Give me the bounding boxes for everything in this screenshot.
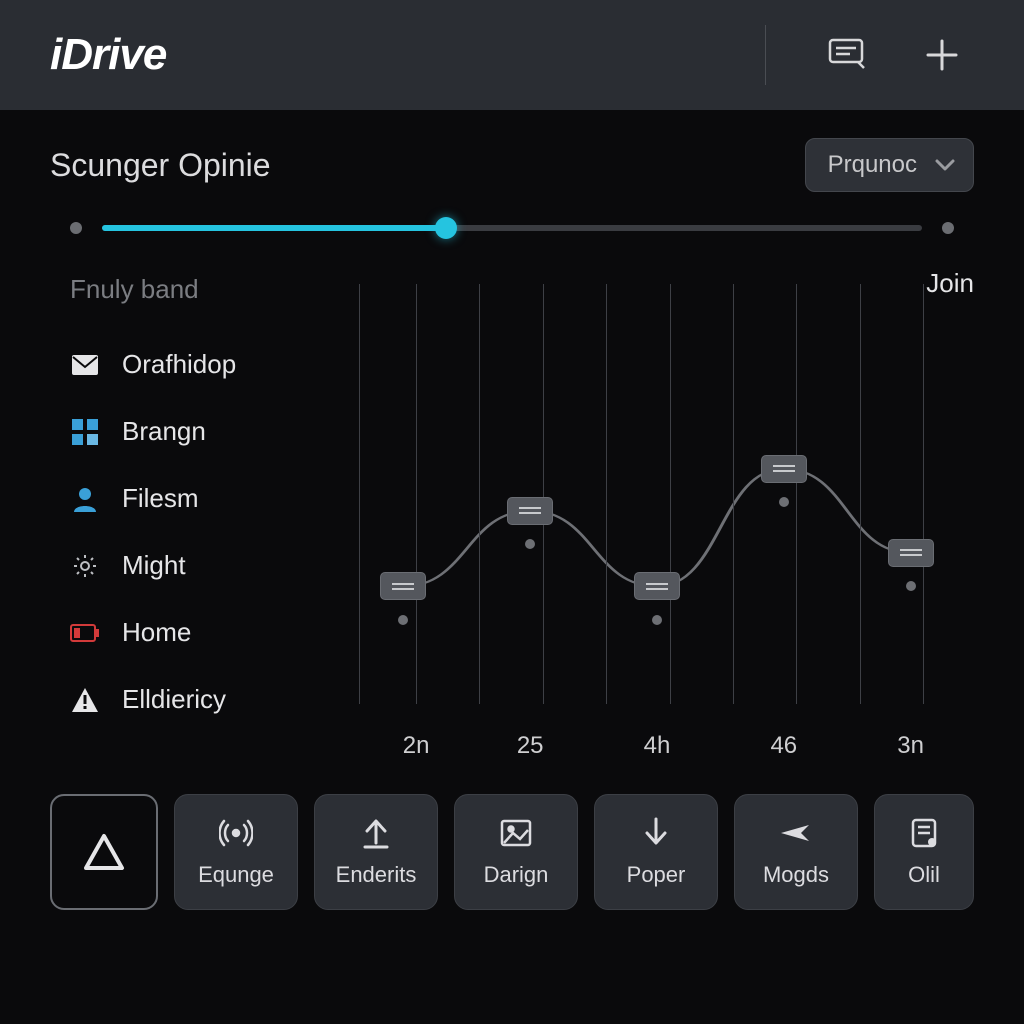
person-icon <box>70 484 100 514</box>
download-icon <box>639 816 673 850</box>
sidebar-item-label: Brangn <box>122 416 206 447</box>
sidebar-item-label: Home <box>122 617 191 648</box>
eq-gridline <box>543 284 544 704</box>
equalizer-grid[interactable]: 2n 25 4h 46 3n <box>340 284 974 764</box>
eq-band-point <box>652 615 662 625</box>
eq-axis-tick: 4h <box>644 732 671 760</box>
eq-band-handle[interactable] <box>761 455 807 483</box>
equalizer-area: Join 2n254h463n <box>340 274 974 764</box>
eq-gridline <box>359 284 360 704</box>
eq-gridline <box>923 284 924 704</box>
slider-max-dot <box>942 222 954 234</box>
sidebar-item-home[interactable]: Home <box>60 599 320 666</box>
eq-band-point <box>779 497 789 507</box>
triangle-icon <box>82 832 126 872</box>
sidebar-title: Fnuly band <box>60 274 320 305</box>
tab-label: Poper <box>627 862 686 888</box>
tab-mogds[interactable]: Mogds <box>734 794 858 910</box>
slider-thumb[interactable] <box>435 217 457 239</box>
slider-fill <box>102 225 446 231</box>
sub-header: Scunger Opinie Prqunoc <box>0 110 1024 192</box>
message-icon <box>828 38 868 72</box>
tab-enderits[interactable]: Enderits <box>314 794 438 910</box>
app-header: iDrive <box>0 0 1024 110</box>
sidebar-item-label: Filesm <box>122 483 199 514</box>
eq-curve <box>340 284 974 704</box>
eq-band-handle[interactable] <box>507 497 553 525</box>
gear-icon <box>70 551 100 581</box>
brand-logo: iDrive <box>50 30 765 80</box>
tab-poper[interactable]: Poper <box>594 794 718 910</box>
eq-gridline <box>479 284 480 704</box>
eq-axis-tick: 2n <box>403 732 430 760</box>
eq-band-point <box>398 615 408 625</box>
eq-axis-labels: 2n 25 4h 46 3n <box>340 714 974 764</box>
tab-label: Mogds <box>763 862 829 888</box>
grid-icon <box>70 417 100 447</box>
eq-axis-tick: 3n <box>897 732 924 760</box>
eq-gridline <box>733 284 734 704</box>
eq-gridline <box>670 284 671 704</box>
eq-gridline <box>860 284 861 704</box>
add-button[interactable] <box>920 33 964 77</box>
eq-gridline <box>606 284 607 704</box>
upload-icon <box>359 816 393 850</box>
sidebar-item-label: Elldiericy <box>122 684 226 715</box>
note-icon <box>907 816 941 850</box>
eq-gridline <box>416 284 417 704</box>
tab-darign[interactable]: Darign <box>454 794 578 910</box>
tab-label: Equnge <box>198 862 274 888</box>
eq-band-handle[interactable] <box>380 572 426 600</box>
eq-band-handle[interactable] <box>888 539 934 567</box>
sidebar-item-brangn[interactable]: Brangn <box>60 398 320 465</box>
preset-dropdown[interactable]: Prqunoc <box>805 138 974 192</box>
eq-gridline <box>796 284 797 704</box>
sidebar-item-label: Might <box>122 550 186 581</box>
eq-band-point <box>906 581 916 591</box>
mail-icon <box>70 350 100 380</box>
send-icon <box>779 816 813 850</box>
eq-axis-tick: 46 <box>770 732 797 760</box>
main-slider-row <box>0 192 1024 244</box>
broadcast-icon <box>219 816 253 850</box>
chevron-down-icon <box>935 159 955 171</box>
mode-triangle-button[interactable] <box>50 794 158 910</box>
sidebar-item-might[interactable]: Might <box>60 532 320 599</box>
sidebar-item-orafhidop[interactable]: Orafhidop <box>60 331 320 398</box>
sidebar-item-label: Orafhidop <box>122 349 236 380</box>
tab-equnge[interactable]: Equnge <box>174 794 298 910</box>
sidebar: Fnuly band Orafhidop Brangn <box>60 274 320 764</box>
sidebar-item-elldiericy[interactable]: Elldiericy <box>60 666 320 733</box>
eq-band-point <box>525 539 535 549</box>
plus-icon <box>924 37 960 73</box>
slider-min-dot <box>70 222 82 234</box>
eq-axis-tick: 25 <box>517 732 544 760</box>
image-icon <box>499 816 533 850</box>
dropdown-label: Prqunoc <box>828 151 917 179</box>
message-button[interactable] <box>826 33 870 77</box>
page-title: Scunger Opinie <box>50 147 785 184</box>
header-divider <box>765 25 766 85</box>
header-actions <box>765 25 974 85</box>
main-area: Fnuly band Orafhidop Brangn <box>0 244 1024 764</box>
eq-band-handle[interactable] <box>634 572 680 600</box>
tab-label: Enderits <box>336 862 417 888</box>
battery-icon <box>70 618 100 648</box>
bottom-bar: Equnge Enderits Darign <box>0 764 1024 950</box>
sidebar-item-filesm[interactable]: Filesm <box>60 465 320 532</box>
tab-olil[interactable]: Olil <box>874 794 974 910</box>
tab-label: Darign <box>484 862 549 888</box>
tab-label: Olil <box>908 862 940 888</box>
warning-icon <box>70 685 100 715</box>
main-slider[interactable] <box>102 225 922 231</box>
